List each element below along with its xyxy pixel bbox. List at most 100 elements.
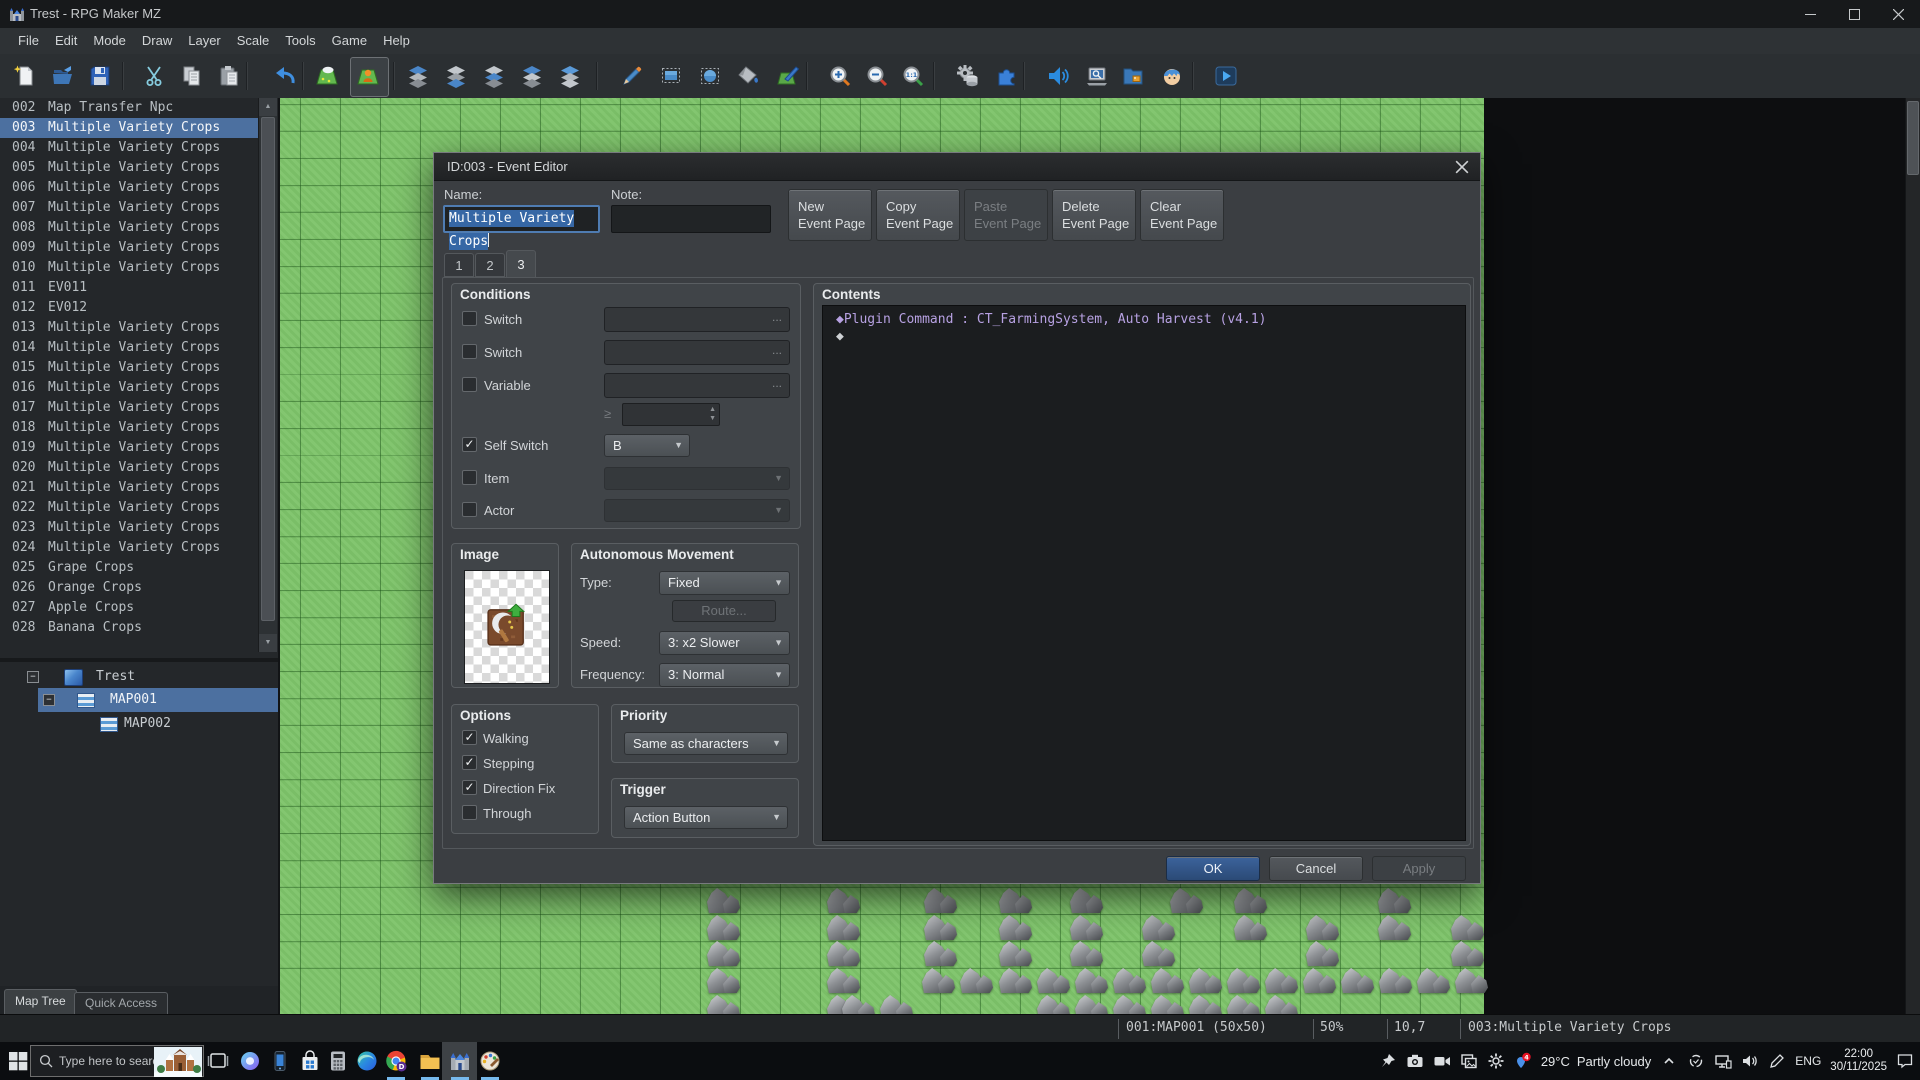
note-input[interactable] — [611, 205, 771, 233]
open-project-icon[interactable] — [51, 64, 75, 88]
menu-item-game[interactable]: Game — [324, 28, 375, 54]
tab-map-tree[interactable]: Map Tree — [4, 989, 77, 1014]
event-list-item[interactable]: 014Multiple Variety Crops — [0, 338, 258, 358]
clear-event-page-button[interactable]: ClearEvent Page — [1140, 189, 1224, 241]
onedrive-status-icon[interactable] — [1687, 1052, 1705, 1070]
shadow-pen-tool-icon[interactable] — [776, 64, 800, 88]
walking-checkbox[interactable]: ✓ — [462, 730, 477, 745]
switch1-checkbox[interactable] — [462, 311, 477, 326]
event-list-scrollbar[interactable]: ▲ ▼ — [258, 98, 277, 652]
maximize-button[interactable] — [1832, 0, 1876, 28]
layer-4-icon[interactable] — [558, 64, 582, 88]
taskbar-search-box[interactable]: Type here to search — [30, 1045, 204, 1077]
event-list-item[interactable]: 023Multiple Variety Crops — [0, 518, 258, 538]
edge-icon[interactable] — [355, 1049, 379, 1073]
event-searcher-icon[interactable] — [1085, 64, 1109, 88]
switch2-checkbox[interactable] — [462, 344, 477, 359]
photos-icon[interactable] — [1460, 1052, 1478, 1070]
command-line-plugin[interactable]: ◆Plugin Command : CT_FarmingSystem, Auto… — [836, 312, 1266, 327]
weather-alert-badge-icon[interactable]: 4 — [1514, 1052, 1532, 1070]
event-image-preview[interactable] — [464, 570, 550, 684]
tray-expand-chevron-icon[interactable] — [1660, 1052, 1678, 1070]
event-list-item[interactable]: 022Multiple Variety Crops — [0, 498, 258, 518]
camera-icon[interactable] — [1406, 1052, 1424, 1070]
sound-test-icon[interactable] — [1046, 64, 1070, 88]
actor-checkbox[interactable] — [462, 502, 477, 517]
new-project-icon[interactable] — [13, 64, 37, 88]
self-switch-checkbox[interactable]: ✓ — [462, 437, 477, 452]
event-list-item[interactable]: 020Multiple Variety Crops — [0, 458, 258, 478]
self-switch-dropdown[interactable]: B▼ — [604, 434, 690, 457]
collapse-icon[interactable]: − — [43, 694, 55, 706]
page-tab-1[interactable]: 1 — [444, 253, 474, 277]
event-commands-list[interactable]: ◆Plugin Command : CT_FarmingSystem, Auto… — [822, 305, 1466, 841]
canvas-vertical-scrollbar[interactable] — [1905, 98, 1920, 1014]
menu-item-layer[interactable]: Layer — [180, 28, 229, 54]
frequency-dropdown[interactable]: 3: Normal▼ — [659, 663, 790, 687]
layer-auto-icon[interactable] — [406, 64, 430, 88]
phone-link-icon[interactable] — [268, 1049, 292, 1073]
scroll-down-arrow[interactable]: ▼ — [259, 634, 277, 652]
event-list-item[interactable]: 025Grape Crops — [0, 558, 258, 578]
event-list-item[interactable]: 006Multiple Variety Crops — [0, 178, 258, 198]
chrome-icon[interactable]: D — [384, 1049, 408, 1073]
layer-3-icon[interactable] — [520, 64, 544, 88]
priority-dropdown[interactable]: Same as characters▼ — [624, 732, 788, 755]
ellipse-tool-icon[interactable] — [698, 64, 722, 88]
event-list-item[interactable]: 007Multiple Variety Crops — [0, 198, 258, 218]
weather-text[interactable]: Partly cloudy — [1577, 1054, 1651, 1069]
microsoft-store-icon[interactable] — [298, 1049, 322, 1073]
menu-item-help[interactable]: Help — [375, 28, 418, 54]
collapse-icon[interactable]: − — [27, 671, 39, 683]
scrollbar-thumb[interactable] — [1907, 101, 1919, 175]
tree-item-project[interactable]: − Trest — [0, 666, 278, 688]
menu-item-draw[interactable]: Draw — [134, 28, 180, 54]
search-highlight-image[interactable] — [154, 1047, 202, 1077]
pencil-tool-icon[interactable] — [620, 64, 644, 88]
resource-manager-icon[interactable] — [1121, 64, 1145, 88]
event-list-item[interactable]: 026Orange Crops — [0, 578, 258, 598]
start-button-icon[interactable] — [6, 1049, 30, 1073]
page-tab-2[interactable]: 2 — [475, 253, 505, 277]
dialog-close-icon[interactable] — [1454, 160, 1470, 174]
scroll-up-arrow[interactable]: ▲ — [259, 98, 277, 116]
event-list-item[interactable]: 012EV012 — [0, 298, 258, 318]
event-list-item[interactable]: 017Multiple Variety Crops — [0, 398, 258, 418]
cancel-button[interactable]: Cancel — [1269, 856, 1363, 881]
copilot-icon[interactable] — [238, 1049, 262, 1073]
taskbar-clock[interactable]: 22:0030/11/2025 — [1830, 1048, 1887, 1074]
new-event-page-button[interactable]: NewEvent Page — [788, 189, 872, 241]
rpg-maker-taskbar-icon[interactable] — [448, 1049, 472, 1073]
playtest-icon[interactable] — [1214, 64, 1238, 88]
rectangle-tool-icon[interactable] — [659, 64, 683, 88]
event-list-item[interactable]: 013Multiple Variety Crops — [0, 318, 258, 338]
through-checkbox[interactable] — [462, 805, 477, 820]
movement-type-dropdown[interactable]: Fixed▼ — [659, 571, 790, 595]
event-list-item[interactable]: 021Multiple Variety Crops — [0, 478, 258, 498]
calculator-icon[interactable] — [326, 1049, 350, 1073]
delete-event-page-button[interactable]: DeleteEvent Page — [1052, 189, 1136, 241]
temperature-text[interactable]: 29°C — [1541, 1054, 1570, 1069]
save-project-icon[interactable] — [88, 64, 112, 88]
menu-item-file[interactable]: File — [10, 28, 47, 54]
database-icon[interactable] — [956, 64, 980, 88]
notification-center-icon[interactable] — [1896, 1052, 1914, 1070]
minimize-button[interactable] — [1788, 0, 1832, 28]
gear-icon[interactable] — [1487, 1052, 1505, 1070]
event-list-item[interactable]: 018Multiple Variety Crops — [0, 418, 258, 438]
zoom-out-icon[interactable] — [865, 64, 889, 88]
scrollbar-thumb[interactable] — [261, 117, 275, 621]
tree-item-map001[interactable]: − MAP001 — [0, 689, 278, 711]
close-button[interactable] — [1876, 0, 1920, 28]
zoom-in-icon[interactable] — [828, 64, 852, 88]
speed-dropdown[interactable]: 3: x2 Slower▼ — [659, 631, 790, 655]
variable-checkbox[interactable] — [462, 377, 477, 392]
flood-fill-tool-icon[interactable] — [737, 64, 761, 88]
paint-app-icon[interactable] — [478, 1049, 502, 1073]
video-camera-icon[interactable] — [1433, 1052, 1451, 1070]
event-list-item[interactable]: 009Multiple Variety Crops — [0, 238, 258, 258]
file-explorer-icon[interactable] — [418, 1049, 442, 1073]
event-list-item[interactable]: 024Multiple Variety Crops — [0, 538, 258, 558]
event-list-item[interactable]: 028Banana Crops — [0, 618, 258, 638]
tab-quick-access[interactable]: Quick Access — [74, 992, 168, 1014]
